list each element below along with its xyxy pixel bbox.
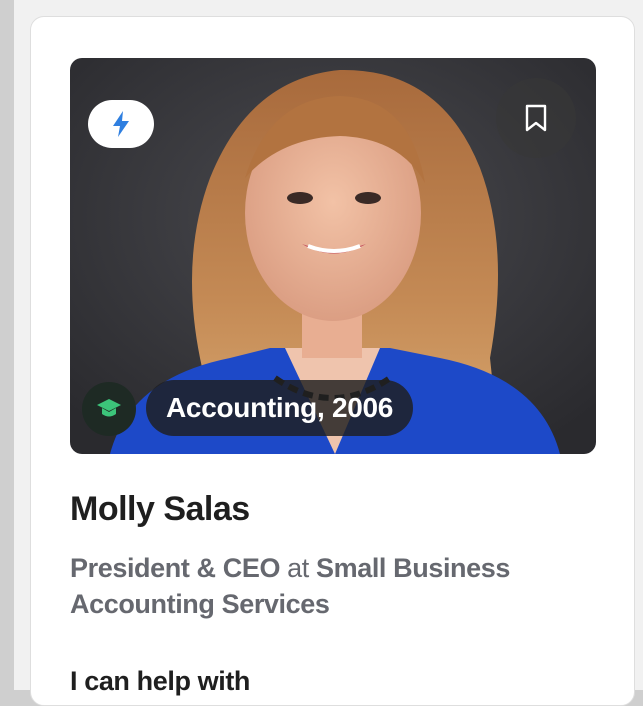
bookmark-icon <box>525 104 547 132</box>
help-heading: I can help with <box>70 666 251 696</box>
role-title: President & CEO <box>70 553 281 583</box>
education-label: Accounting, 2006 <box>146 380 414 436</box>
mentor-role: President & CEO at Small Business Accoun… <box>70 550 570 622</box>
fast-response-badge[interactable] <box>88 100 154 148</box>
mentor-name[interactable]: Molly Salas <box>70 490 250 529</box>
role-connector: at <box>287 553 309 583</box>
graduation-cap-icon <box>97 399 121 417</box>
education-badge <box>82 382 136 436</box>
lightning-bolt-icon <box>113 111 129 137</box>
bookmark-button[interactable] <box>496 78 576 158</box>
